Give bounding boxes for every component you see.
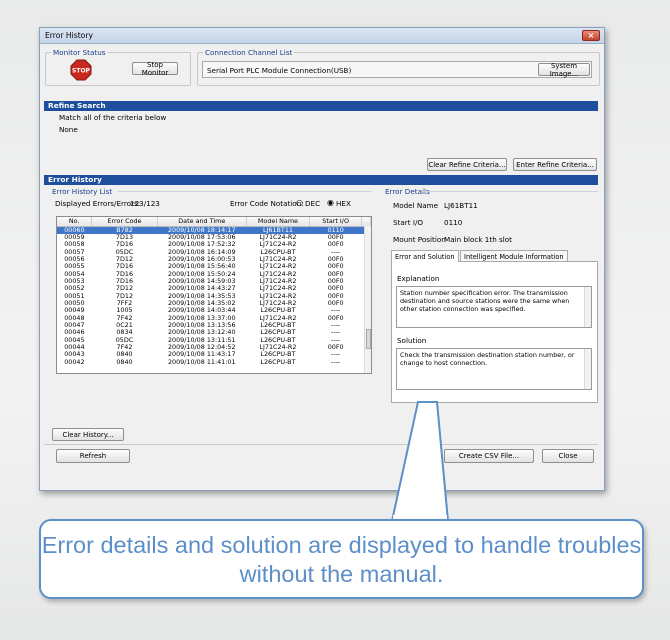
- callout-text: Error details and solution are displayed…: [41, 532, 642, 587]
- tab-error-and-solution[interactable]: Error and Solution: [391, 250, 459, 262]
- callout-box: Error details and solution are displayed…: [39, 519, 644, 599]
